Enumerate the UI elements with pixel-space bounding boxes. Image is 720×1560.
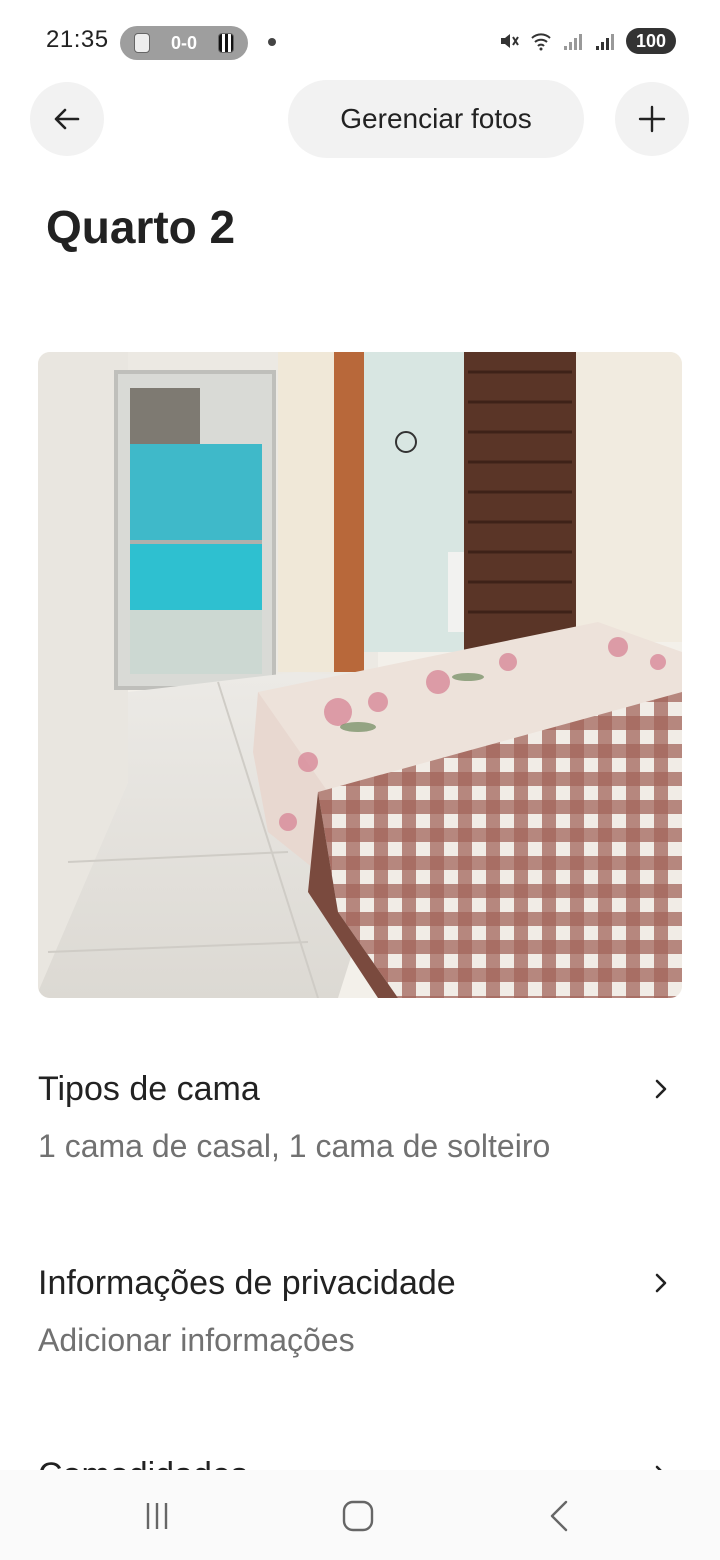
row-subtitle: Adicionar informações (38, 1322, 355, 1358)
recent-apps-button[interactable] (127, 1494, 187, 1538)
back-icon (550, 1500, 568, 1532)
score-text: 0-0 (170, 32, 197, 53)
status-icons: 100 (498, 28, 676, 54)
system-nav-bar (0, 1470, 720, 1560)
mute-icon (500, 34, 519, 48)
bedroom-photo (38, 352, 682, 998)
bed-types-row[interactable]: Tipos de cama 1 cama de casal, 1 cama de… (0, 1060, 720, 1180)
chevron-right-icon (655, 1079, 667, 1099)
battery-indicator: 100 (625, 28, 676, 54)
page-title: Quarto 2 (46, 201, 236, 253)
santos-crest-icon (217, 33, 234, 53)
home-button[interactable] (328, 1494, 388, 1538)
recent-apps-icon (146, 1503, 168, 1529)
row-title: Tipos de cama (38, 1070, 260, 1108)
signal-icon (563, 34, 582, 50)
signal-icon (595, 34, 614, 50)
status-bar: 21:35 0-0 100 (0, 0, 720, 84)
system-back-button[interactable] (530, 1494, 590, 1538)
wifi-icon (531, 33, 551, 51)
row-subtitle: 1 cama de casal, 1 cama de solteiro (38, 1128, 551, 1164)
privacy-info-row[interactable]: Informações de privacidade Adicionar inf… (0, 1254, 720, 1374)
status-time: 21:35 (46, 26, 109, 53)
room-photo[interactable] (38, 352, 682, 998)
arrow-left-icon (54, 108, 80, 130)
add-photo-button[interactable] (615, 82, 689, 156)
manage-photos-button[interactable]: Gerenciar fotos (288, 80, 584, 158)
notification-dot-icon (268, 38, 276, 46)
home-icon (342, 1500, 374, 1532)
chevron-right-icon (655, 1273, 667, 1293)
live-score-pill[interactable]: 0-0 (120, 26, 248, 60)
plus-icon (638, 105, 666, 133)
team-crest-icon (134, 33, 150, 53)
back-button[interactable] (30, 82, 104, 156)
row-title: Informações de privacidade (38, 1264, 456, 1302)
